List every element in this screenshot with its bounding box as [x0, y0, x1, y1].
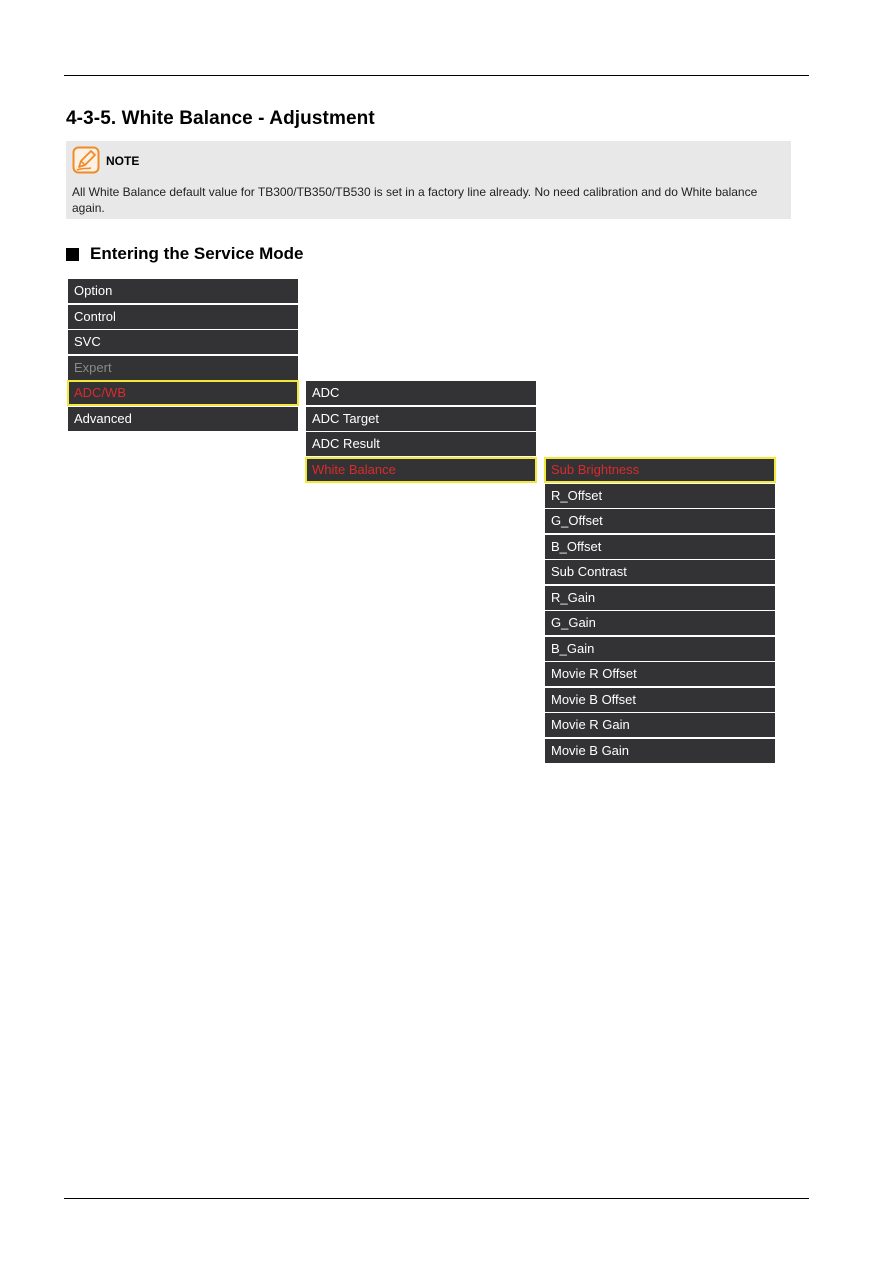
menu-item-movie-b-offset[interactable]: Movie B Offset	[545, 687, 775, 712]
menu-item-sub-brightness[interactable]: Sub Brightness	[544, 457, 776, 483]
white-balance-submenu: Sub Brightness R_Offset G_Offset B_Offse…	[544, 457, 776, 764]
menu-item-g-offset[interactable]: G_Offset	[545, 509, 775, 533]
footer-rule	[64, 1198, 809, 1199]
menu-item-sub-contrast[interactable]: Sub Contrast	[545, 560, 775, 584]
adc-wb-submenu: ADC ADC Target ADC Result White Balance	[305, 381, 537, 483]
main-menu: Option Control SVC Expert ADC/WB Advance…	[67, 279, 299, 432]
menu-item-b-gain[interactable]: B_Gain	[545, 636, 775, 661]
menu-item-adc[interactable]: ADC	[306, 381, 536, 405]
square-bullet-icon	[66, 247, 79, 261]
menu-item-advanced[interactable]: Advanced	[68, 406, 298, 431]
note-box: NOTE All White Balance default value for…	[66, 141, 791, 219]
menu-item-b-offset[interactable]: B_Offset	[545, 534, 775, 559]
menu-item-adc-result[interactable]: ADC Result	[306, 432, 536, 456]
menu-item-option[interactable]: Option	[68, 279, 298, 303]
menu-item-movie-b-gain[interactable]: Movie B Gain	[545, 738, 775, 763]
note-pencil-icon	[72, 146, 100, 174]
menu-item-r-offset[interactable]: R_Offset	[545, 483, 775, 508]
menu-item-movie-r-offset[interactable]: Movie R Offset	[545, 662, 775, 686]
menu-item-g-gain[interactable]: G_Gain	[545, 611, 775, 635]
header-rule	[64, 75, 809, 76]
sub-heading: Entering the Service Mode	[66, 244, 304, 264]
section-title: 4-3-5. White Balance - Adjustment	[66, 108, 375, 129]
menu-item-svc[interactable]: SVC	[68, 330, 298, 354]
note-label: NOTE	[106, 154, 140, 168]
menu-item-control[interactable]: Control	[68, 304, 298, 329]
menu-item-expert: Expert	[68, 355, 298, 380]
menu-item-movie-r-gain[interactable]: Movie R Gain	[545, 713, 775, 737]
sub-heading-text: Entering the Service Mode	[90, 244, 304, 263]
menu-item-white-balance[interactable]: White Balance	[305, 456, 537, 483]
menu-item-adc-target[interactable]: ADC Target	[306, 406, 536, 431]
menu-item-adc-wb[interactable]: ADC/WB	[67, 380, 299, 406]
menu-item-r-gain[interactable]: R_Gain	[545, 585, 775, 610]
note-text: All White Balance default value for TB30…	[72, 185, 758, 215]
